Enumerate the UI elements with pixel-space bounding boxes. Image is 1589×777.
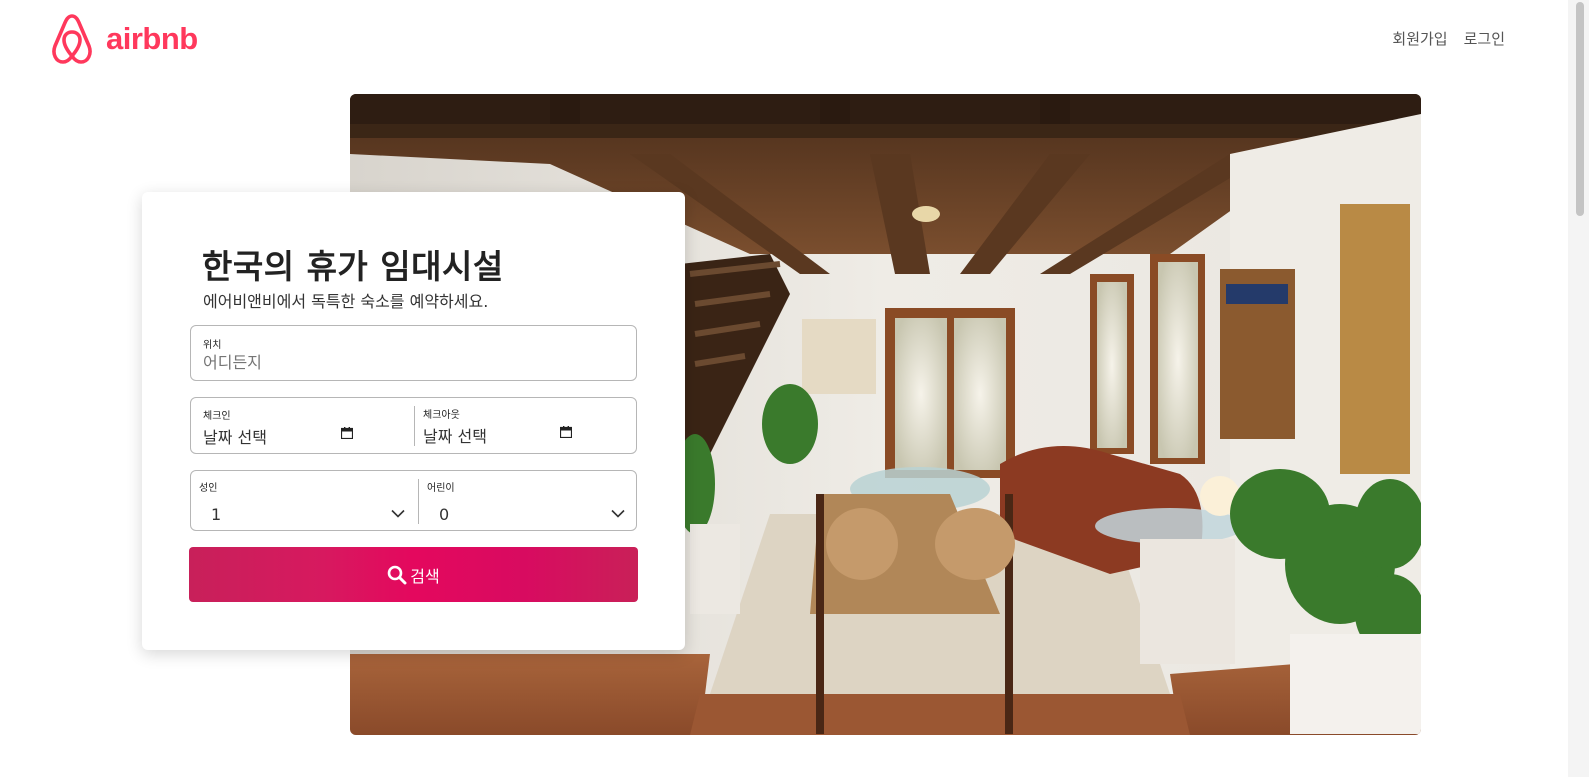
children-select[interactable]: 어린이 0 [418,479,636,524]
adults-label: 성인 [199,483,218,494]
scrollbar-thumb[interactable] [1576,2,1584,216]
checkin-value[interactable]: 날짜 선택 [203,424,267,448]
children-value[interactable]: 0 [439,505,449,524]
login-link[interactable]: 로그인 [1464,28,1505,49]
airbnb-logo[interactable]: airbnb [52,12,198,66]
location-label: 위치 [203,340,222,351]
checkout-label: 체크아웃 [423,410,460,421]
adults-value[interactable]: 1 [211,505,221,524]
checkin-label: 체크인 [203,411,231,422]
logo-wordmark: airbnb [106,21,198,56]
calendar-icon[interactable] [560,426,572,438]
location-field[interactable]: 위치 [190,325,637,381]
page-title: 한국의 휴가 임대시설 [202,247,504,286]
search-button[interactable]: 검색 [189,547,638,602]
children-label: 어린이 [427,483,455,494]
search-card: 한국의 휴가 임대시설 에어비앤비에서 독특한 숙소를 예약하세요. 위치 체크… [142,192,685,650]
search-button-label: 검색 [410,566,440,586]
guests-field: 성인 1 어린이 0 [190,470,637,531]
page-scrollbar[interactable] [1568,0,1589,777]
site-header: airbnb 회원가입 로그인 [0,0,1589,80]
header-nav: 회원가입 로그인 [1392,28,1505,49]
chevron-down-icon[interactable] [391,509,405,518]
search-icon [387,565,407,584]
page-subtitle: 에어비앤비에서 독특한 숙소를 예약하세요. [203,292,489,311]
signup-link[interactable]: 회원가입 [1392,28,1447,49]
calendar-icon[interactable] [341,427,353,439]
airbnb-belo-icon [52,14,92,64]
checkout-field[interactable]: 체크아웃 날짜 선택 [414,406,636,446]
chevron-down-icon[interactable] [611,509,625,518]
location-input[interactable] [203,351,623,373]
checkout-value[interactable]: 날짜 선택 [423,423,487,447]
dates-field: 체크인 날짜 선택 체크아웃 날짜 선택 [190,397,637,454]
adults-select[interactable]: 성인 1 [191,471,418,530]
checkin-field[interactable]: 체크인 날짜 선택 [191,398,414,453]
